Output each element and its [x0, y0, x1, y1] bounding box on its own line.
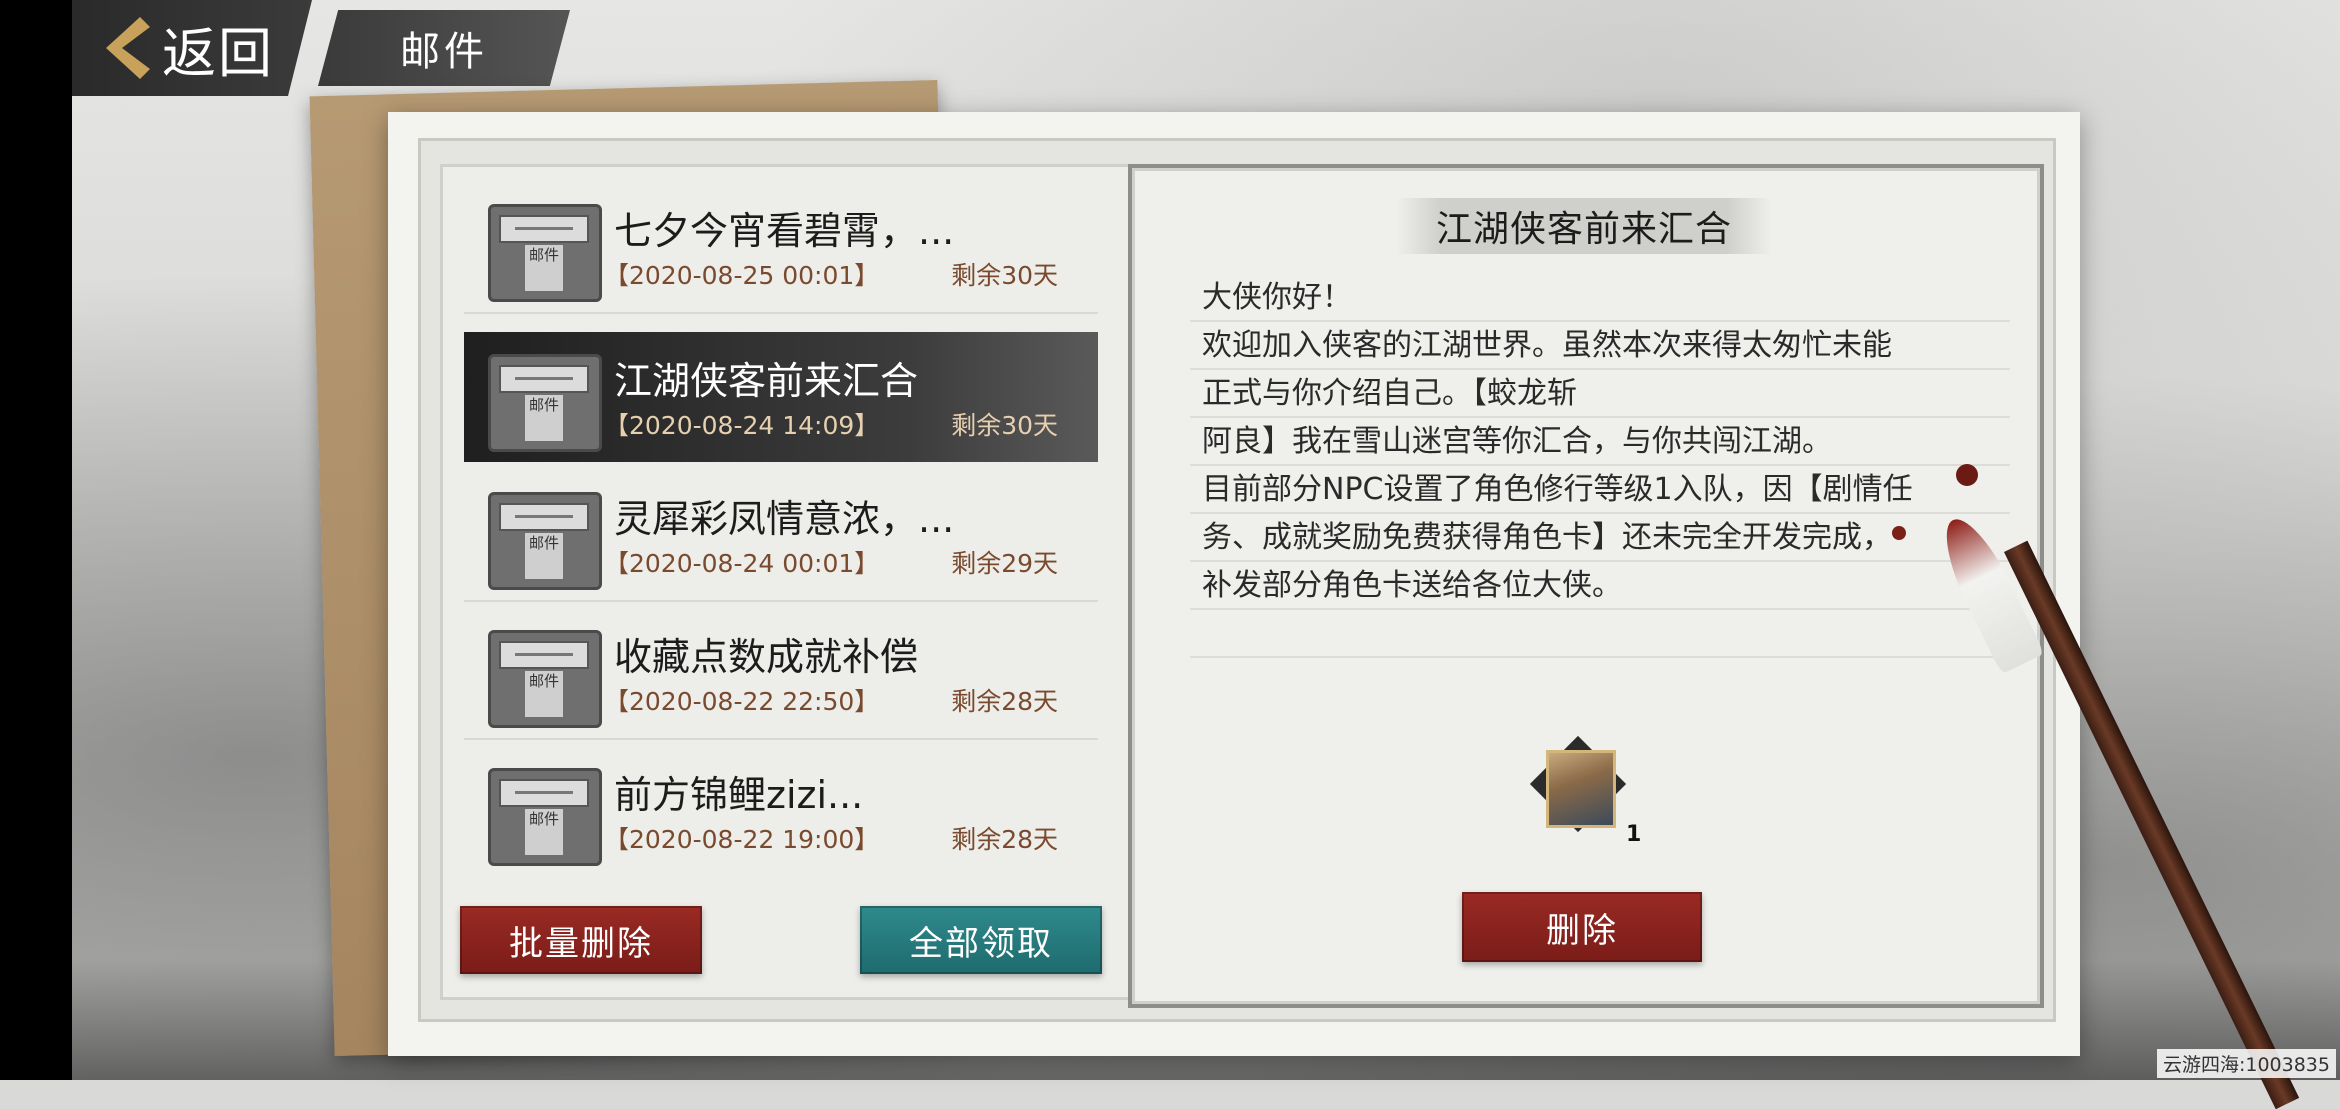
mail-date: 【2020-08-22 22:50】: [604, 687, 880, 716]
mail-list-item[interactable]: 邮件 灵犀彩凤情意浓，... 【2020-08-24 00:01】 剩余29天: [464, 470, 1098, 602]
detail-title: 江湖侠客前来汇合: [1435, 209, 1732, 250]
detail-body: 大侠你好！ 欢迎加入侠客的江湖世界。虽然本次来得太匆忙未能 正式与你介绍自己。【…: [1190, 276, 2010, 660]
detail-line: 目前部分NPC设置了角色修行等级1入队，因【剧情任: [1190, 468, 2010, 514]
delete-button[interactable]: 删除: [1462, 892, 1702, 962]
detail-line: 补发部分角色卡送给各位大侠。: [1190, 564, 2010, 610]
mail-date: 【2020-08-22 19:00】: [604, 825, 880, 854]
mail-remaining: 剩余29天: [951, 549, 1058, 578]
mail-box-icon: 邮件: [488, 354, 602, 452]
mail-date: 【2020-08-24 14:09】: [604, 411, 880, 440]
character-portrait-icon: [1546, 750, 1616, 828]
chevron-left-icon: [106, 17, 150, 79]
page-title: 邮件: [318, 10, 570, 86]
mail-list-item[interactable]: 邮件 前方锦鲤zizi... 【2020-08-22 19:00】 剩余28天: [464, 746, 1098, 876]
detail-line: 大侠你好！: [1190, 276, 2010, 322]
mail-date: 【2020-08-24 00:01】: [604, 549, 880, 578]
detail-line: 务、成就奖励免费获得角色卡】还未完全开发完成，: [1190, 516, 2010, 562]
mail-title: 七夕今宵看碧霄，...: [614, 209, 955, 253]
reward-character-card[interactable]: [1529, 735, 1627, 840]
ink-drop: [1892, 526, 1906, 540]
mail-remaining: 剩余30天: [951, 261, 1058, 290]
watermark: 云游四海:1003835: [2156, 1049, 2336, 1078]
mail-date: 【2020-08-25 00:01】: [604, 261, 880, 290]
mail-box-icon: 邮件: [488, 204, 602, 302]
detail-line-empty: [1190, 612, 2010, 658]
mail-box-icon: 邮件: [488, 768, 602, 866]
batch-delete-button[interactable]: 批量删除: [460, 906, 702, 974]
mail-list-item-selected[interactable]: 邮件 江湖侠客前来汇合 【2020-08-24 14:09】 剩余30天: [464, 332, 1098, 462]
mail-list-item[interactable]: 邮件 收藏点数成就补偿 【2020-08-22 22:50】 剩余28天: [464, 608, 1098, 740]
ink-drop: [1956, 464, 1978, 486]
mail-remaining: 剩余28天: [951, 825, 1058, 854]
left-black-bar: [0, 0, 72, 1080]
mail-remaining: 剩余28天: [951, 687, 1058, 716]
detail-line: 正式与你介绍自己。【蛟龙斩: [1190, 372, 2010, 418]
mail-title: 收藏点数成就补偿: [614, 635, 919, 679]
mail-title: 灵犀彩凤情意浓，...: [614, 497, 955, 541]
claim-all-button[interactable]: 全部领取: [860, 906, 1102, 974]
reward-count: 1: [1626, 822, 1642, 847]
detail-line: 欢迎加入侠客的江湖世界。虽然本次来得太匆忙未能: [1190, 324, 2010, 370]
back-label: 返回: [162, 21, 274, 85]
detail-line: 阿良】我在雪山迷宫等你汇合，与你共闯江湖。: [1190, 420, 2010, 466]
mail-box-icon: 邮件: [488, 630, 602, 728]
mail-remaining: 剩余30天: [951, 411, 1058, 440]
back-button[interactable]: 返回: [72, 0, 312, 96]
mail-box-icon: 邮件: [488, 492, 602, 590]
mail-title: 前方锦鲤zizi...: [614, 773, 864, 817]
mail-list-item[interactable]: 邮件 七夕今宵看碧霄，... 【2020-08-25 00:01】 剩余30天: [464, 182, 1098, 314]
mail-title: 江湖侠客前来汇合: [614, 359, 919, 403]
